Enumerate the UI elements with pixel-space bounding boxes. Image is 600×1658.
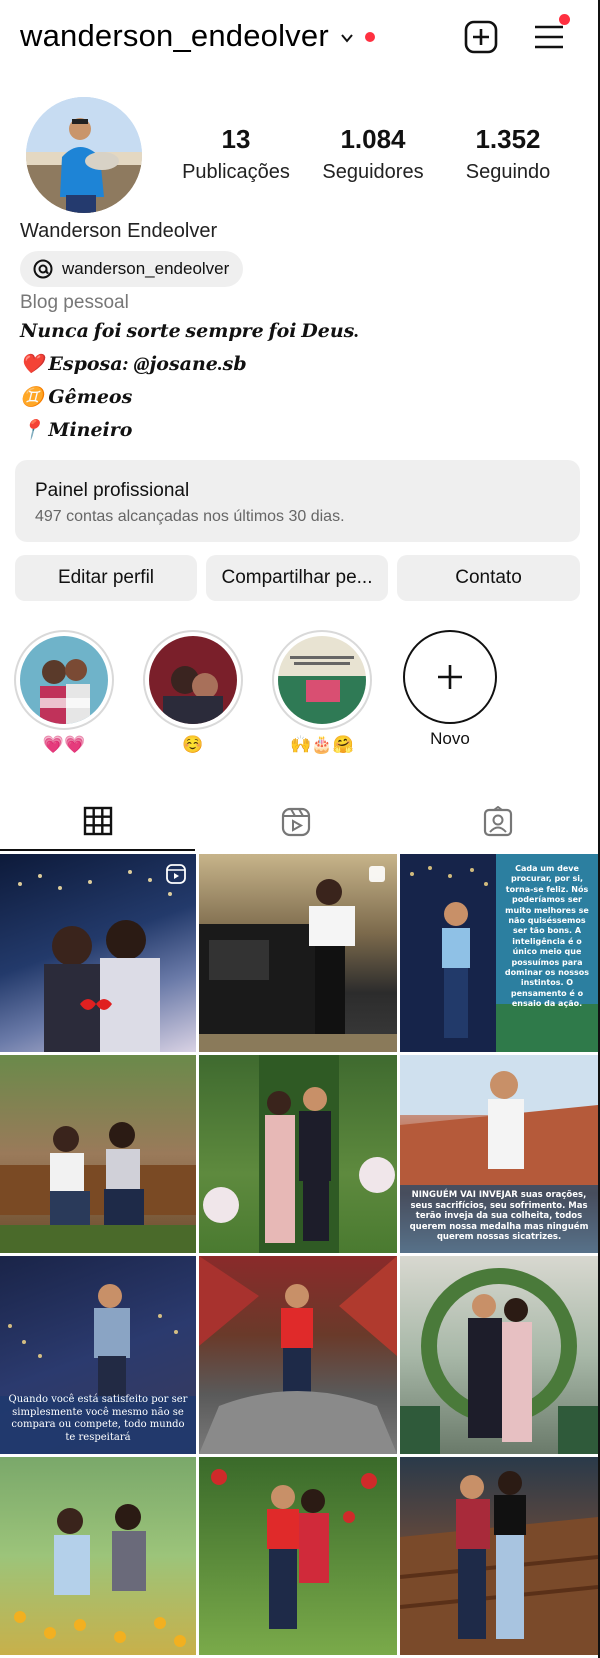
post-thumbnail[interactable] xyxy=(199,1457,397,1655)
new-highlight-button[interactable]: Novo xyxy=(400,630,500,751)
hamburger-icon xyxy=(535,25,563,49)
chevron-down-icon[interactable] xyxy=(339,30,355,46)
post-thumbnail[interactable] xyxy=(199,1055,397,1253)
tab-posts-grid[interactable] xyxy=(0,793,195,851)
highlight-ring xyxy=(272,630,372,730)
post-caption-overlay: Cada um deve procurar, por si, torna-se … xyxy=(504,864,590,1009)
posts-count[interactable]: 13 Publicações xyxy=(161,124,311,184)
bio-line: ♊ 𝑮𝒆̂𝒎𝒆𝒐𝒔 xyxy=(20,387,133,408)
post-thumbnail[interactable] xyxy=(0,1457,196,1655)
bio-line[interactable]: ❤️ 𝑬𝒔𝒑𝒐𝒔𝒂: @𝒋𝒐𝒔𝒂𝒏𝒆.𝒔𝒃 xyxy=(20,352,247,376)
reel-indicator-icon xyxy=(166,864,186,884)
highlight-label: ☺️ xyxy=(182,735,204,754)
highlight-cover xyxy=(278,636,366,724)
account-switcher[interactable]: wanderson_endeolver xyxy=(20,18,375,54)
post-thumbnail[interactable] xyxy=(0,1055,196,1253)
create-post-button[interactable] xyxy=(462,18,500,56)
edit-profile-button[interactable]: Editar perfil xyxy=(15,555,197,601)
content-tabs xyxy=(0,793,600,851)
highlight-item[interactable]: 🙌🎂🤗 xyxy=(272,630,372,757)
username[interactable]: wanderson_endeolver xyxy=(20,18,329,54)
threads-handle: wanderson_endeolver xyxy=(62,259,230,278)
notification-dot xyxy=(364,32,375,42)
highlight-cover xyxy=(149,636,237,724)
plus-square-icon xyxy=(464,20,498,54)
profile-category: Blog pessoal xyxy=(20,292,129,313)
post-caption-overlay: NINGUÉM VAI INVEJAR suas orações, seus s… xyxy=(409,1189,589,1243)
post-thumbnail[interactable]: Cada um deve procurar, por si, torna-se … xyxy=(400,854,598,1052)
highlight-cover xyxy=(20,636,108,724)
highlight-ring xyxy=(143,630,243,730)
post-thumbnail[interactable] xyxy=(400,1256,598,1454)
post-thumbnail[interactable] xyxy=(0,854,196,1052)
tab-reels[interactable] xyxy=(198,793,393,851)
dashboard-subtitle: 497 contas alcançadas nos últimos 30 dia… xyxy=(35,508,345,525)
highlight-label: Novo xyxy=(430,729,470,748)
grid-icon xyxy=(83,806,112,836)
highlight-item[interactable]: 💗💗 xyxy=(14,630,114,757)
stat-value: 1.352 xyxy=(475,124,541,154)
stat-label: Seguindo xyxy=(465,161,551,183)
stat-value: 1.084 xyxy=(340,124,406,154)
post-thumbnail[interactable]: NINGUÉM VAI INVEJAR suas orações, seus s… xyxy=(400,1055,598,1253)
threads-icon xyxy=(33,259,53,279)
contact-button[interactable]: Contato xyxy=(397,555,580,601)
posts-grid: Cada um deve procurar, por si, torna-se … xyxy=(0,854,598,1655)
post-thumbnail[interactable] xyxy=(400,1457,598,1655)
tab-tagged[interactable] xyxy=(400,793,595,851)
tagged-icon xyxy=(483,806,512,837)
plus-icon xyxy=(438,665,462,689)
post-caption-overlay: Quando você está satisfeito por ser simp… xyxy=(8,1394,188,1443)
highlight-label: 🙌🎂🤗 xyxy=(290,735,354,754)
new-highlight-ring xyxy=(403,630,497,724)
top-bar: wanderson_endeolver xyxy=(0,0,600,76)
stat-value: 13 xyxy=(221,124,251,154)
reels-icon xyxy=(281,807,310,837)
multi-photo-indicator-icon xyxy=(369,866,385,882)
highlight-label: 💗💗 xyxy=(42,735,86,754)
menu-button[interactable] xyxy=(530,14,570,56)
avatar-photo xyxy=(26,97,142,213)
stat-label: Publicações xyxy=(182,161,290,183)
following-count[interactable]: 1.352 Seguindo xyxy=(433,124,583,184)
stat-label: Seguidores xyxy=(322,161,424,183)
share-profile-button[interactable]: Compartilhar pe... xyxy=(206,555,388,601)
full-name: Wanderson Endeolver xyxy=(20,220,218,242)
post-thumbnail[interactable] xyxy=(199,1256,397,1454)
bio-line: 📍 𝑴𝒊𝒏𝒆𝒊𝒓𝒐 xyxy=(20,420,133,441)
dashboard-title: Painel profissional xyxy=(35,480,190,501)
threads-badge[interactable]: wanderson_endeolver xyxy=(20,251,244,287)
followers-count[interactable]: 1.084 Seguidores xyxy=(298,124,448,184)
highlight-item[interactable]: ☺️ xyxy=(143,630,243,757)
bio-line: 𝑵𝒖𝒏𝒄𝒂 𝒇𝒐𝒊 𝒔𝒐𝒓𝒕𝒆 𝒔𝒆𝒎𝒑𝒓𝒆 𝒇𝒐𝒊 𝑫𝒆𝒖𝒔. xyxy=(20,321,360,342)
menu-notification-dot xyxy=(559,14,570,25)
professional-dashboard[interactable]: Painel profissional 497 contas alcançada… xyxy=(15,460,580,542)
post-thumbnail[interactable] xyxy=(199,854,397,1052)
highlight-ring xyxy=(14,630,114,730)
avatar[interactable] xyxy=(26,97,142,213)
post-thumbnail[interactable]: Quando você está satisfeito por ser simp… xyxy=(0,1256,196,1454)
